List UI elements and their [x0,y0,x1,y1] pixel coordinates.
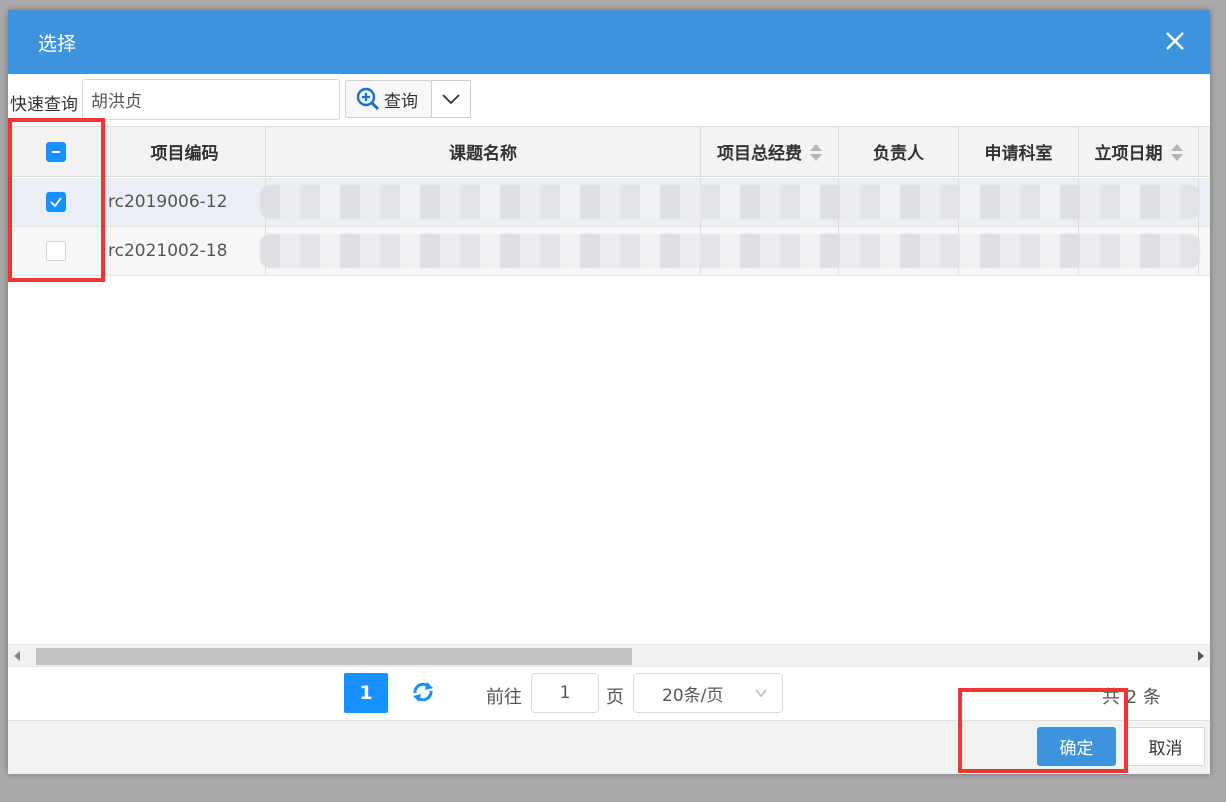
quick-search-toolbar: 快速查询 查询 [8,74,1210,126]
column-header-budget[interactable]: 项目总经费 [701,127,839,176]
row-checkbox[interactable] [45,241,66,261]
row-checkbox-cell [8,178,104,226]
check-icon [49,197,62,208]
column-header-department[interactable]: 申请科室 [959,127,1079,176]
header-checkbox-cell [8,127,104,176]
horizontal-scrollbar[interactable] [8,644,1210,666]
project-code: rc2019006-12 [104,178,266,226]
select-dialog: 选择 快速查询 查询 [8,10,1210,774]
quick-search-input[interactable] [82,79,340,120]
redacted-blur [260,234,1200,268]
goto-page-input[interactable] [531,673,599,713]
data-grid: 项目编码 课题名称 项目总经费 负责人 申请科室 立项日期 rc2019006-… [8,126,1210,644]
total-count: 共 2 条 [1102,687,1161,708]
search-button[interactable]: 查询 [345,80,432,118]
sort-icon[interactable] [810,142,822,162]
close-icon[interactable] [1162,28,1188,54]
goto-label: 前往 [486,687,522,708]
quick-search-label: 快速查询 [10,95,78,115]
minus-icon [51,150,60,153]
dialog-title: 选择 [38,33,77,55]
grid-header: 项目编码 课题名称 项目总经费 负责人 申请科室 立项日期 [8,127,1210,177]
page-size-value: 20条/页 [662,685,724,706]
select-all-checkbox[interactable] [45,141,66,162]
scrollbar-thumb[interactable] [36,648,632,665]
scroll-left-icon[interactable] [14,651,20,661]
search-button-label: 查询 [384,91,418,112]
magnifier-plus-icon [356,87,380,111]
refresh-icon[interactable] [410,679,436,705]
redacted-blur [260,185,1200,219]
page-size-select[interactable]: 20条/页 [633,673,783,713]
cancel-button[interactable]: 取消 [1126,727,1205,766]
pagination: 1 前往 页 20条/页 共 2 条 [8,666,1210,720]
row-checkbox[interactable] [45,192,66,212]
sort-icon[interactable] [1170,142,1183,162]
chevron-down-icon [755,689,767,698]
table-row[interactable]: rc2019006-12 [8,178,1210,227]
page-number-current[interactable]: 1 [344,673,388,713]
dialog-header: 选择 [8,10,1210,74]
scroll-right-icon[interactable] [1198,651,1204,661]
confirm-button[interactable]: 确定 [1037,727,1116,766]
page-unit-label: 页 [606,687,624,708]
column-header-code[interactable]: 项目编码 [104,127,266,176]
row-checkbox-cell [8,227,104,275]
project-code: rc2021002-18 [104,227,266,275]
search-options-dropdown[interactable] [431,80,471,118]
column-header-owner[interactable]: 负责人 [839,127,959,176]
column-header-title[interactable]: 课题名称 [266,127,701,176]
column-header-date-label: 立项日期 [1094,144,1163,164]
chevron-down-icon [442,94,460,105]
column-header-date[interactable]: 立项日期 [1079,127,1199,176]
dialog-footer: 确定 取消 [8,720,1210,774]
column-header-budget-label: 项目总经费 [717,144,802,164]
table-row[interactable]: rc2021002-18 [8,227,1210,276]
